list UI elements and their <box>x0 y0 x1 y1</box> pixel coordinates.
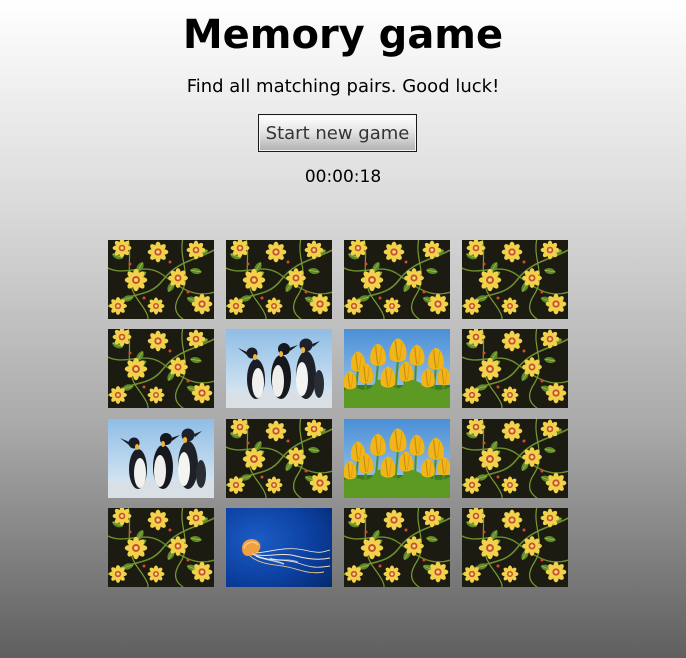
floral-card-back-image <box>344 508 450 587</box>
floral-card-back-image <box>462 329 568 408</box>
memory-card-facedown[interactable] <box>226 240 332 319</box>
memory-card-facedown[interactable] <box>344 240 450 319</box>
memory-card-facedown[interactable] <box>108 508 214 587</box>
floral-card-back-image <box>108 329 214 408</box>
memory-card-facedown[interactable] <box>462 419 568 498</box>
memory-card-facedown[interactable] <box>108 329 214 408</box>
floral-card-back-image <box>462 508 568 587</box>
floral-card-back-image <box>462 419 568 498</box>
memory-card-penguins[interactable] <box>226 329 332 408</box>
memory-card-jellyfish[interactable] <box>226 508 332 587</box>
floral-card-back-image <box>226 419 332 498</box>
floral-card-back-image <box>108 508 214 587</box>
penguins-image <box>108 419 214 498</box>
start-new-game-button[interactable]: Start new game <box>258 114 417 152</box>
memory-card-facedown[interactable] <box>108 240 214 319</box>
instructions-text: Find all matching pairs. Good luck! <box>186 76 500 97</box>
floral-card-back-image <box>108 240 214 319</box>
page-title: Memory game <box>182 12 504 58</box>
memory-card-facedown[interactable] <box>462 329 568 408</box>
floral-card-back-image <box>226 240 332 319</box>
tulips-image <box>344 419 450 498</box>
memory-card-facedown[interactable] <box>344 508 450 587</box>
memory-card-tulips[interactable] <box>344 329 450 408</box>
floral-card-back-image <box>344 240 450 319</box>
memory-card-facedown[interactable] <box>226 419 332 498</box>
floral-card-back-image <box>462 240 568 319</box>
jellyfish-image <box>226 508 332 587</box>
memory-card-facedown[interactable] <box>462 508 568 587</box>
tulips-image <box>344 329 450 408</box>
memory-card-tulips[interactable] <box>344 419 450 498</box>
game-timer: 00:00:18 <box>304 167 382 187</box>
memory-card-facedown[interactable] <box>462 240 568 319</box>
card-grid <box>108 240 569 588</box>
penguins-image <box>226 329 332 408</box>
memory-card-penguins[interactable] <box>108 419 214 498</box>
